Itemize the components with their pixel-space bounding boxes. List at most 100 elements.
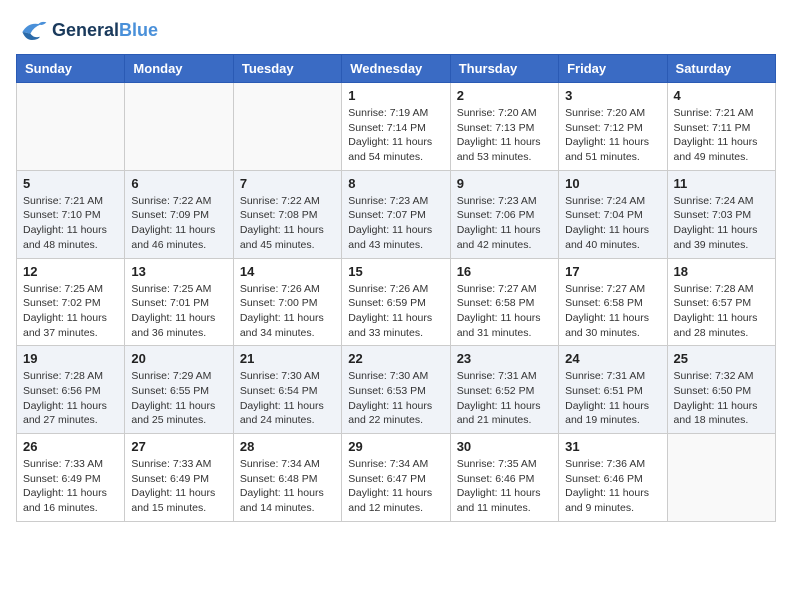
weekday-header-row: SundayMondayTuesdayWednesdayThursdayFrid… <box>17 55 776 83</box>
day-info: Sunrise: 7:23 AM Sunset: 7:06 PM Dayligh… <box>457 194 552 253</box>
day-number: 1 <box>348 88 443 103</box>
calendar-cell: 18 Sunrise: 7:28 AM Sunset: 6:57 PM Dayli… <box>667 258 775 346</box>
calendar-cell: 4 Sunrise: 7:21 AM Sunset: 7:11 PM Daylig… <box>667 83 775 171</box>
calendar-cell: 24 Sunrise: 7:31 AM Sunset: 6:51 PM Dayli… <box>559 346 667 434</box>
calendar-cell: 31 Sunrise: 7:36 AM Sunset: 6:46 PM Dayli… <box>559 434 667 522</box>
calendar-cell: 13Sunrise: 7:25 AM Sunset: 7:01 PM Dayli… <box>125 258 233 346</box>
day-info: Sunrise: 7:23 AM Sunset: 7:07 PM Dayligh… <box>348 194 443 253</box>
calendar-cell: 25 Sunrise: 7:32 AM Sunset: 6:50 PM Dayli… <box>667 346 775 434</box>
day-info: Sunrise: 7:34 AM Sunset: 6:48 PM Dayligh… <box>240 457 335 516</box>
day-info: Sunrise: 7:30 AM Sunset: 6:53 PM Dayligh… <box>348 369 443 428</box>
calendar-week-row: 19 Sunrise: 7:28 AM Sunset: 6:56 PM Dayli… <box>17 346 776 434</box>
calendar-cell <box>125 83 233 171</box>
day-info: Sunrise: 7:26 AM Sunset: 7:00 PM Dayligh… <box>240 282 335 341</box>
day-number: 17 <box>565 264 660 279</box>
day-number: 29 <box>348 439 443 454</box>
calendar-cell: 21 Sunrise: 7:30 AM Sunset: 6:54 PM Dayli… <box>233 346 341 434</box>
calendar-cell: 2 Sunrise: 7:20 AM Sunset: 7:13 PM Daylig… <box>450 83 558 171</box>
day-number: 8 <box>348 176 443 191</box>
calendar-cell: 9 Sunrise: 7:23 AM Sunset: 7:06 PM Daylig… <box>450 170 558 258</box>
day-number: 22 <box>348 351 443 366</box>
day-info: Sunrise: 7:33 AM Sunset: 6:49 PM Dayligh… <box>131 457 226 516</box>
day-info: Sunrise: 7:35 AM Sunset: 6:46 PM Dayligh… <box>457 457 552 516</box>
day-info: Sunrise: 7:27 AM Sunset: 6:58 PM Dayligh… <box>457 282 552 341</box>
day-info: Sunrise: 7:31 AM Sunset: 6:52 PM Dayligh… <box>457 369 552 428</box>
day-number: 30 <box>457 439 552 454</box>
calendar-cell: 29 Sunrise: 7:34 AM Sunset: 6:47 PM Dayli… <box>342 434 450 522</box>
day-number: 25 <box>674 351 769 366</box>
day-info: Sunrise: 7:33 AM Sunset: 6:49 PM Dayligh… <box>23 457 118 516</box>
day-number: 10 <box>565 176 660 191</box>
calendar-cell: 28Sunrise: 7:34 AM Sunset: 6:48 PM Dayli… <box>233 434 341 522</box>
day-info: Sunrise: 7:27 AM Sunset: 6:58 PM Dayligh… <box>565 282 660 341</box>
day-number: 4 <box>674 88 769 103</box>
day-number: 20 <box>131 351 226 366</box>
day-number: 5 <box>23 176 118 191</box>
day-number: 7 <box>240 176 335 191</box>
day-info: Sunrise: 7:20 AM Sunset: 7:12 PM Dayligh… <box>565 106 660 165</box>
day-info: Sunrise: 7:36 AM Sunset: 6:46 PM Dayligh… <box>565 457 660 516</box>
calendar-cell: 10 Sunrise: 7:24 AM Sunset: 7:04 PM Dayli… <box>559 170 667 258</box>
weekday-header-friday: Friday <box>559 55 667 83</box>
day-info: Sunrise: 7:22 AM Sunset: 7:09 PM Dayligh… <box>131 194 226 253</box>
day-info: Sunrise: 7:31 AM Sunset: 6:51 PM Dayligh… <box>565 369 660 428</box>
weekday-header-wednesday: Wednesday <box>342 55 450 83</box>
day-number: 26 <box>23 439 118 454</box>
day-info: Sunrise: 7:21 AM Sunset: 7:11 PM Dayligh… <box>674 106 769 165</box>
calendar-cell: 14Sunrise: 7:26 AM Sunset: 7:00 PM Dayli… <box>233 258 341 346</box>
day-info: Sunrise: 7:24 AM Sunset: 7:03 PM Dayligh… <box>674 194 769 253</box>
calendar-cell: 19 Sunrise: 7:28 AM Sunset: 6:56 PM Dayli… <box>17 346 125 434</box>
day-info: Sunrise: 7:26 AM Sunset: 6:59 PM Dayligh… <box>348 282 443 341</box>
day-info: Sunrise: 7:21 AM Sunset: 7:10 PM Dayligh… <box>23 194 118 253</box>
day-number: 18 <box>674 264 769 279</box>
weekday-header-tuesday: Tuesday <box>233 55 341 83</box>
logo: GeneralBlue <box>16 16 158 44</box>
day-number: 9 <box>457 176 552 191</box>
calendar-cell: 3 Sunrise: 7:20 AM Sunset: 7:12 PM Daylig… <box>559 83 667 171</box>
day-number: 2 <box>457 88 552 103</box>
day-number: 19 <box>23 351 118 366</box>
calendar-cell: 5 Sunrise: 7:21 AM Sunset: 7:10 PM Daylig… <box>17 170 125 258</box>
day-info: Sunrise: 7:25 AM Sunset: 7:01 PM Dayligh… <box>131 282 226 341</box>
calendar-table: SundayMondayTuesdayWednesdayThursdayFrid… <box>16 54 776 522</box>
day-info: Sunrise: 7:34 AM Sunset: 6:47 PM Dayligh… <box>348 457 443 516</box>
calendar-cell: 17 Sunrise: 7:27 AM Sunset: 6:58 PM Dayli… <box>559 258 667 346</box>
calendar-cell: 20 Sunrise: 7:29 AM Sunset: 6:55 PM Dayli… <box>125 346 233 434</box>
day-info: Sunrise: 7:22 AM Sunset: 7:08 PM Dayligh… <box>240 194 335 253</box>
day-info: Sunrise: 7:24 AM Sunset: 7:04 PM Dayligh… <box>565 194 660 253</box>
calendar-cell: 7 Sunrise: 7:22 AM Sunset: 7:08 PM Daylig… <box>233 170 341 258</box>
day-info: Sunrise: 7:30 AM Sunset: 6:54 PM Dayligh… <box>240 369 335 428</box>
weekday-header-thursday: Thursday <box>450 55 558 83</box>
calendar-week-row: 1 Sunrise: 7:19 AM Sunset: 7:14 PM Daylig… <box>17 83 776 171</box>
day-number: 6 <box>131 176 226 191</box>
calendar-cell: 27Sunrise: 7:33 AM Sunset: 6:49 PM Dayli… <box>125 434 233 522</box>
day-info: Sunrise: 7:25 AM Sunset: 7:02 PM Dayligh… <box>23 282 118 341</box>
day-info: Sunrise: 7:28 AM Sunset: 6:56 PM Dayligh… <box>23 369 118 428</box>
day-info: Sunrise: 7:20 AM Sunset: 7:13 PM Dayligh… <box>457 106 552 165</box>
calendar-cell: 15Sunrise: 7:26 AM Sunset: 6:59 PM Dayli… <box>342 258 450 346</box>
day-info: Sunrise: 7:32 AM Sunset: 6:50 PM Dayligh… <box>674 369 769 428</box>
day-number: 21 <box>240 351 335 366</box>
weekday-header-monday: Monday <box>125 55 233 83</box>
calendar-cell: 23Sunrise: 7:31 AM Sunset: 6:52 PM Dayli… <box>450 346 558 434</box>
weekday-header-sunday: Sunday <box>17 55 125 83</box>
calendar-cell: 8 Sunrise: 7:23 AM Sunset: 7:07 PM Daylig… <box>342 170 450 258</box>
day-info: Sunrise: 7:28 AM Sunset: 6:57 PM Dayligh… <box>674 282 769 341</box>
calendar-cell: 26 Sunrise: 7:33 AM Sunset: 6:49 PM Dayli… <box>17 434 125 522</box>
day-info: Sunrise: 7:29 AM Sunset: 6:55 PM Dayligh… <box>131 369 226 428</box>
calendar-week-row: 5 Sunrise: 7:21 AM Sunset: 7:10 PM Daylig… <box>17 170 776 258</box>
calendar-cell: 12 Sunrise: 7:25 AM Sunset: 7:02 PM Dayli… <box>17 258 125 346</box>
calendar-cell: 11 Sunrise: 7:24 AM Sunset: 7:03 PM Dayli… <box>667 170 775 258</box>
day-number: 3 <box>565 88 660 103</box>
day-number: 24 <box>565 351 660 366</box>
calendar-cell: 30 Sunrise: 7:35 AM Sunset: 6:46 PM Dayli… <box>450 434 558 522</box>
day-number: 12 <box>23 264 118 279</box>
day-number: 11 <box>674 176 769 191</box>
calendar-cell <box>667 434 775 522</box>
day-info: Sunrise: 7:19 AM Sunset: 7:14 PM Dayligh… <box>348 106 443 165</box>
page-header: GeneralBlue <box>16 16 776 44</box>
logo-icon <box>16 16 48 44</box>
day-number: 31 <box>565 439 660 454</box>
calendar-cell: 1 Sunrise: 7:19 AM Sunset: 7:14 PM Daylig… <box>342 83 450 171</box>
calendar-cell: 16Sunrise: 7:27 AM Sunset: 6:58 PM Dayli… <box>450 258 558 346</box>
